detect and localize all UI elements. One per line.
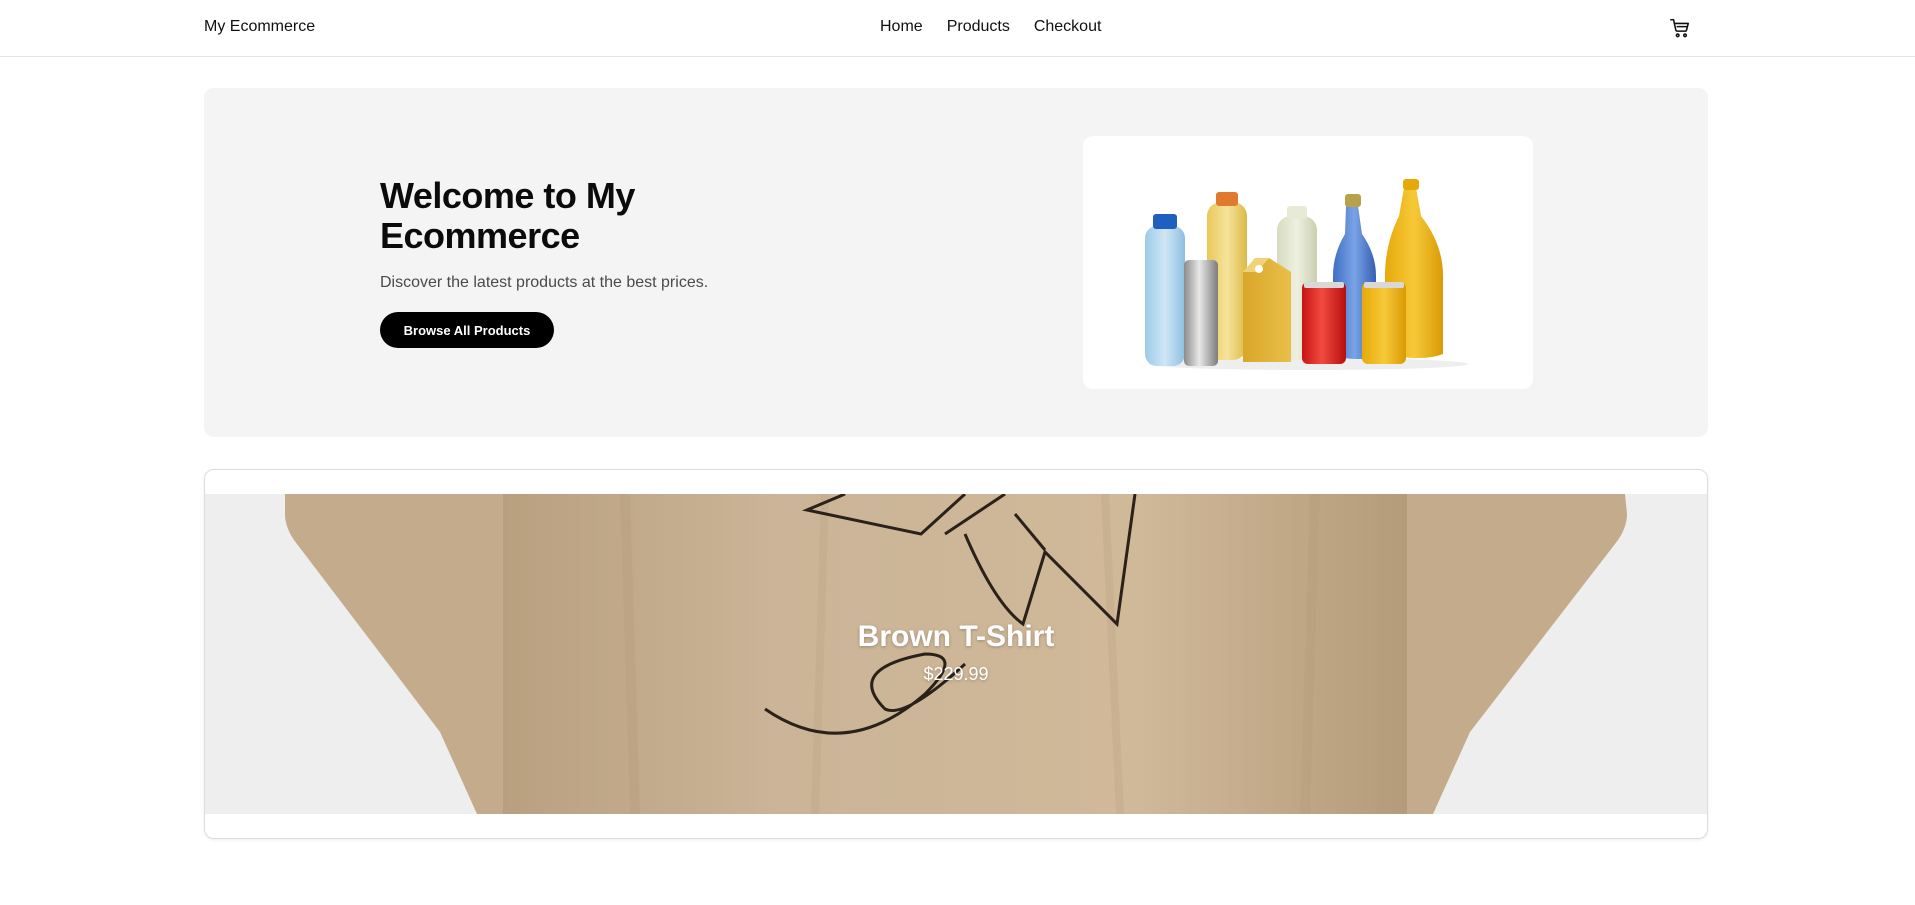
hero-subtitle: Discover the latest products at the best… [380,274,709,291]
brown-tshirt-image [205,494,1707,814]
nav-checkout-link[interactable]: Checkout [1034,18,1102,36]
featured-product-name: Brown T-Shirt [857,620,1055,653]
cart-button[interactable] [1667,15,1693,41]
featured-product-card[interactable]: Brown T-Shirt $229.99 [204,469,1708,839]
main-nav: Home Products Checkout [880,18,1101,36]
hero-image [1083,136,1533,389]
beverage-bottles-image [1145,179,1468,370]
featured-product-price: $229.99 [923,664,989,684]
nav-products-link[interactable]: Products [947,18,1010,36]
nav-home-link[interactable]: Home [880,18,923,36]
top-navigation-bar: My Ecommerce Home Products Checkout [0,0,1915,57]
brand-logo-link[interactable]: My Ecommerce [204,18,315,36]
hero-title: Welcome to My Ecommerce [380,175,635,256]
browse-all-products-button[interactable]: Browse All Products [380,312,554,348]
cart-icon [1670,18,1690,38]
hero-banner: Welcome to My Ecommerce Discover the lat… [204,88,1708,437]
featured-product-image [205,494,1707,814]
